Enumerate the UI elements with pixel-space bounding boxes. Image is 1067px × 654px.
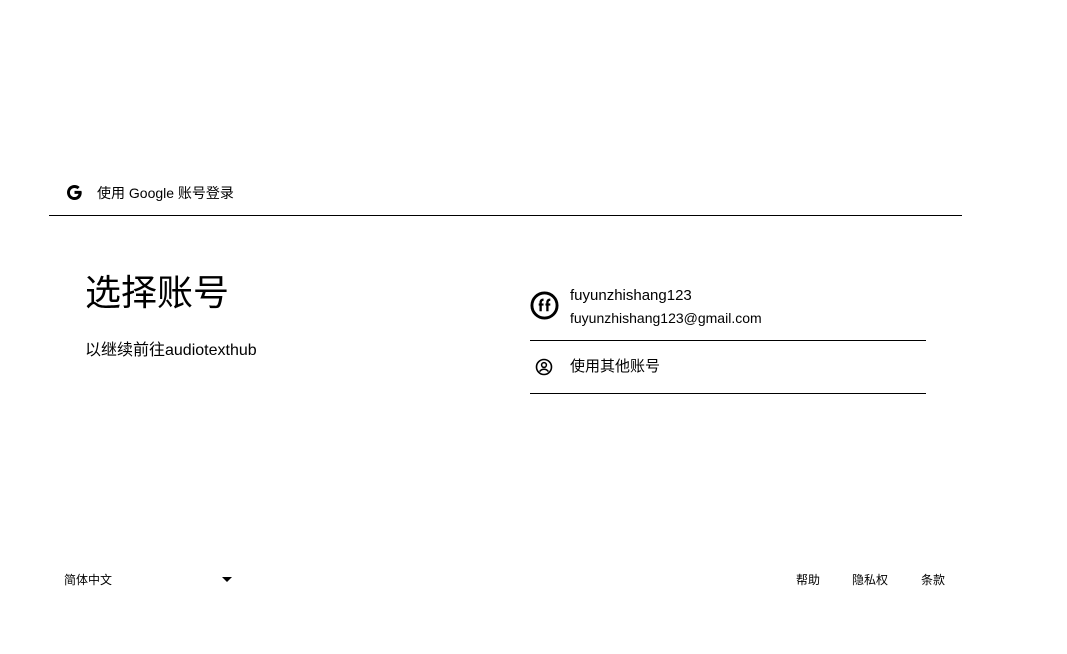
terms-link[interactable]: 条款 — [921, 572, 945, 588]
help-link[interactable]: 帮助 — [796, 572, 820, 588]
use-another-account-label: 使用其他账号 — [570, 358, 661, 375]
language-label: 简体中文 — [64, 573, 113, 587]
language-select[interactable]: 简体中文 — [64, 566, 236, 594]
page-subtitle: 以继续前往audiotexthub — [85, 342, 257, 359]
footer: 简体中文 帮助 隐私权 条款 — [0, 566, 1067, 594]
card-header: 使用 Google 账号登录 — [49, 168, 962, 216]
use-another-account-button[interactable]: 使用其他账号 — [530, 341, 926, 394]
sign-in-card: 使用 Google 账号登录 选择账号 以继续前往audiotexthub fu… — [49, 168, 962, 428]
header-title: 使用 Google 账号登录 — [97, 185, 234, 201]
account-email: fuyunzhishang123@gmail.com — [570, 310, 762, 326]
privacy-link[interactable]: 隐私权 — [852, 572, 888, 588]
avatar-icon — [530, 291, 559, 320]
page-title: 选择账号 — [85, 272, 230, 313]
account-name: fuyunzhishang123 — [570, 287, 692, 304]
account-item[interactable]: fuyunzhishang123 fuyunzhishang123@gmail.… — [530, 277, 926, 341]
person-circle-icon — [535, 358, 553, 376]
google-g-logo-icon — [66, 184, 82, 201]
chevron-down-icon — [222, 577, 232, 582]
